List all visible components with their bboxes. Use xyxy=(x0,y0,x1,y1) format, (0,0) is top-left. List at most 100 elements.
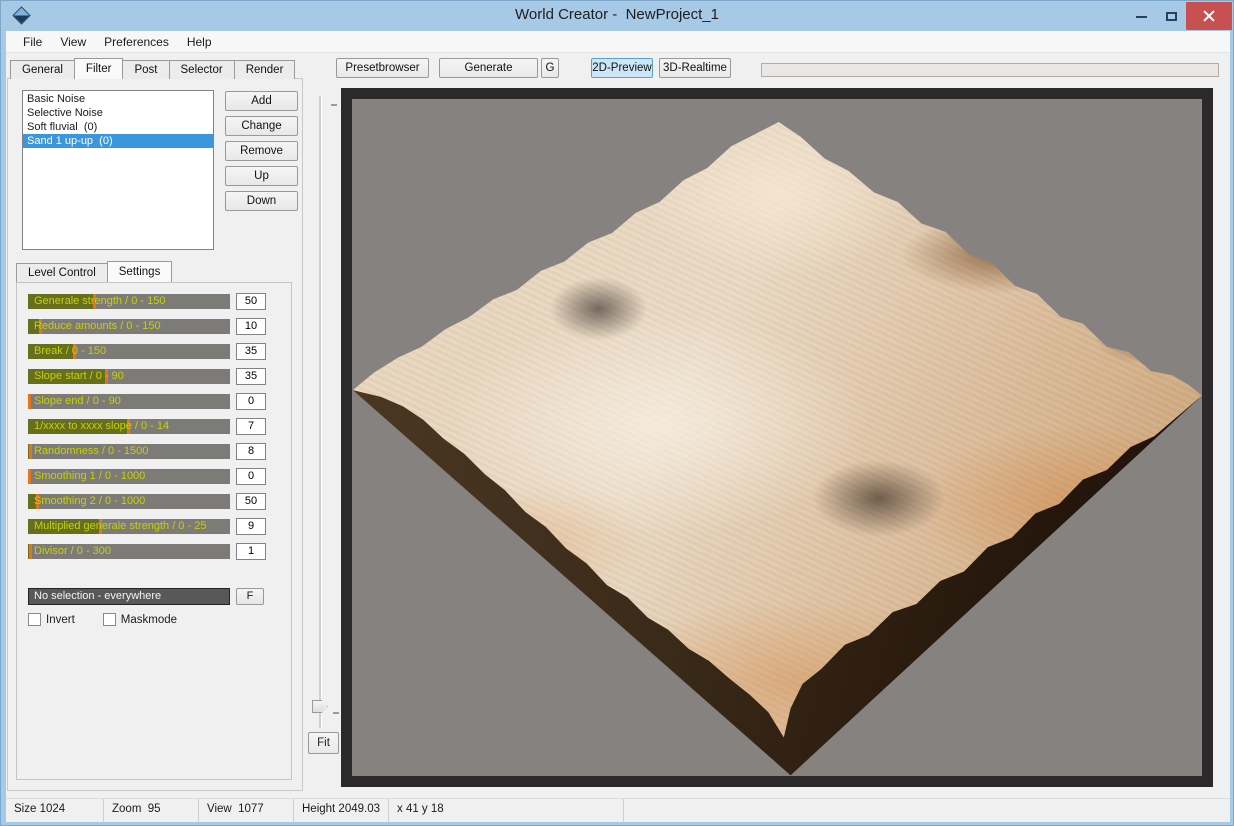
status-height: Height 2049.03 xyxy=(294,799,389,822)
slider-label: Divisor / 0 - 300 xyxy=(34,544,230,559)
filter-action-buttons: Add Change Remove Up Down xyxy=(225,91,298,216)
zoom-slider-track[interactable] xyxy=(319,96,322,728)
maximize-icon xyxy=(1166,12,1177,21)
slider-label: Reduce amounts / 0 - 150 xyxy=(34,319,230,334)
tab-filter[interactable]: Filter xyxy=(74,58,124,79)
slider-value-input[interactable]: 35 xyxy=(236,343,266,360)
checkbox-invert[interactable]: Invert xyxy=(28,613,75,626)
checkbox-row: Invert Maskmode xyxy=(28,613,205,626)
slider-value-input[interactable]: 0 xyxy=(236,468,266,485)
slider-value-input[interactable]: 9 xyxy=(236,518,266,535)
close-button[interactable] xyxy=(1186,2,1232,30)
slider-row-divisor: Divisor / 0 - 300 1 xyxy=(28,544,282,559)
app-window: World Creator - NewProject_1 FileViewPre… xyxy=(0,0,1234,826)
slider-row-smoothing-1: Smoothing 1 / 0 - 1000 0 xyxy=(28,469,282,484)
tab-level-control[interactable]: Level Control xyxy=(16,263,108,282)
change-button[interactable]: Change xyxy=(225,116,298,136)
filter-item-selective-noise[interactable]: Selective Noise xyxy=(23,106,213,120)
slider-track[interactable]: Generale strength / 0 - 150 xyxy=(28,294,230,309)
slider-track[interactable]: Smoothing 1 / 0 - 1000 xyxy=(28,469,230,484)
slider-value-input[interactable]: 35 xyxy=(236,368,266,385)
filter-item-sand-1-up-up-0[interactable]: Sand 1 up-up (0) xyxy=(23,134,213,148)
filter-item-soft-fluvial-0[interactable]: Soft fluvial (0) xyxy=(23,120,213,134)
maximize-button[interactable] xyxy=(1156,2,1186,30)
slider-row-smoothing-2: Smoothing 2 / 0 - 1000 50 xyxy=(28,494,282,509)
slider-value-input[interactable]: 1 xyxy=(236,543,266,560)
slider-track[interactable]: Slope end / 0 - 90 xyxy=(28,394,230,409)
settings-group: Generale strength / 0 - 150 50 Reduce amou… xyxy=(16,282,292,780)
slider-track[interactable]: Divisor / 0 - 300 xyxy=(28,544,230,559)
slider-label: Randomness / 0 - 1500 xyxy=(34,444,230,459)
filter-list[interactable]: Basic NoiseSelective NoiseSoft fluvial (… xyxy=(22,90,214,250)
slider-marker[interactable] xyxy=(28,394,31,409)
preview-canvas[interactable] xyxy=(352,99,1202,776)
close-icon xyxy=(1203,10,1215,22)
title-bar[interactable]: World Creator - NewProject_1 xyxy=(1,1,1233,31)
zoom-slider-handle[interactable] xyxy=(312,700,328,713)
selection-display[interactable]: No selection - everywhere xyxy=(28,588,230,605)
menu-preferences[interactable]: Preferences xyxy=(95,33,178,51)
fit-button[interactable]: Fit xyxy=(308,732,339,754)
menu-file[interactable]: File xyxy=(14,33,51,51)
checkbox-maskmode[interactable]: Maskmode xyxy=(103,613,177,626)
zoom-tick-bottom xyxy=(333,712,339,714)
slider-marker[interactable] xyxy=(28,469,31,484)
slider-value-input[interactable]: 7 xyxy=(236,418,266,435)
presetbrowser-button[interactable]: Presetbrowser xyxy=(336,58,429,78)
slider-track[interactable]: 1/xxxx to xxxx slope / 0 - 14 xyxy=(28,419,230,434)
3d-realtime-button[interactable]: 3D-Realtime xyxy=(659,58,731,78)
slider-value-input[interactable]: 0 xyxy=(236,393,266,410)
remove-button[interactable]: Remove xyxy=(225,141,298,161)
slider-track[interactable]: Reduce amounts / 0 - 150 xyxy=(28,319,230,334)
slider-row-1-xxxx-to-xxxx-slope: 1/xxxx to xxxx slope / 0 - 14 7 xyxy=(28,419,282,434)
filter-item-basic-noise[interactable]: Basic Noise xyxy=(23,92,213,106)
client-area: FileViewPreferencesHelp GeneralFilterPos… xyxy=(6,31,1230,822)
status-spacer xyxy=(624,799,1230,822)
slider-label: Multiplied generale strength / 0 - 25 xyxy=(34,519,230,534)
selection-f-button[interactable]: F xyxy=(236,588,264,605)
tab-general[interactable]: General xyxy=(10,60,75,79)
tab-selector[interactable]: Selector xyxy=(169,60,235,79)
slider-marker[interactable] xyxy=(29,444,32,459)
menu-help[interactable]: Help xyxy=(178,33,221,51)
checkbox-label: Invert xyxy=(46,614,75,626)
slider-label: Smoothing 2 / 0 - 1000 xyxy=(34,494,230,509)
window-title: World Creator - NewProject_1 xyxy=(1,6,1233,23)
status-bar: Size 1024Zoom 95View 1077Height 2049.03x… xyxy=(6,798,1230,822)
preview-viewport[interactable] xyxy=(341,88,1213,787)
slider-value-input[interactable]: 50 xyxy=(236,493,266,510)
minimize-icon xyxy=(1136,15,1147,18)
status-zoom: Zoom 95 xyxy=(104,799,199,822)
slider-track[interactable]: Smoothing 2 / 0 - 1000 xyxy=(28,494,230,509)
terrain-render xyxy=(352,99,1202,776)
g-button[interactable]: G xyxy=(541,58,559,78)
slider-row-reduce-amounts: Reduce amounts / 0 - 150 10 xyxy=(28,319,282,334)
slider-value-input[interactable]: 10 xyxy=(236,318,266,335)
slider-value-input[interactable]: 50 xyxy=(236,293,266,310)
slider-track[interactable]: Randomness / 0 - 1500 xyxy=(28,444,230,459)
caption-controls xyxy=(1126,2,1232,30)
menu-view[interactable]: View xyxy=(51,33,95,51)
status-size: Size 1024 xyxy=(6,799,104,822)
checkbox-label: Maskmode xyxy=(121,614,177,626)
slider-label: Slope end / 0 - 90 xyxy=(34,394,230,409)
progress-bar xyxy=(761,63,1219,77)
slider-marker[interactable] xyxy=(29,544,32,559)
2d-preview-button[interactable]: 2D-Preview xyxy=(591,58,653,78)
slider-row-generale-strength: Generale strength / 0 - 150 50 xyxy=(28,294,282,309)
minimize-button[interactable] xyxy=(1126,2,1156,30)
up-button[interactable]: Up xyxy=(225,166,298,186)
slider-track[interactable]: Slope start / 0 - 90 xyxy=(28,369,230,384)
generate-button[interactable]: Generate xyxy=(439,58,538,78)
slider-track[interactable]: Break / 0 - 150 xyxy=(28,344,230,359)
add-button[interactable]: Add xyxy=(225,91,298,111)
checkbox-box[interactable] xyxy=(103,613,116,626)
slider-value-input[interactable]: 8 xyxy=(236,443,266,460)
tab-render[interactable]: Render xyxy=(234,60,296,79)
tab-settings[interactable]: Settings xyxy=(107,261,173,282)
checkbox-box[interactable] xyxy=(28,613,41,626)
slider-track[interactable]: Multiplied generale strength / 0 - 25 xyxy=(28,519,230,534)
down-button[interactable]: Down xyxy=(225,191,298,211)
slider-row-break: Break / 0 - 150 35 xyxy=(28,344,282,359)
tab-post[interactable]: Post xyxy=(122,60,169,79)
